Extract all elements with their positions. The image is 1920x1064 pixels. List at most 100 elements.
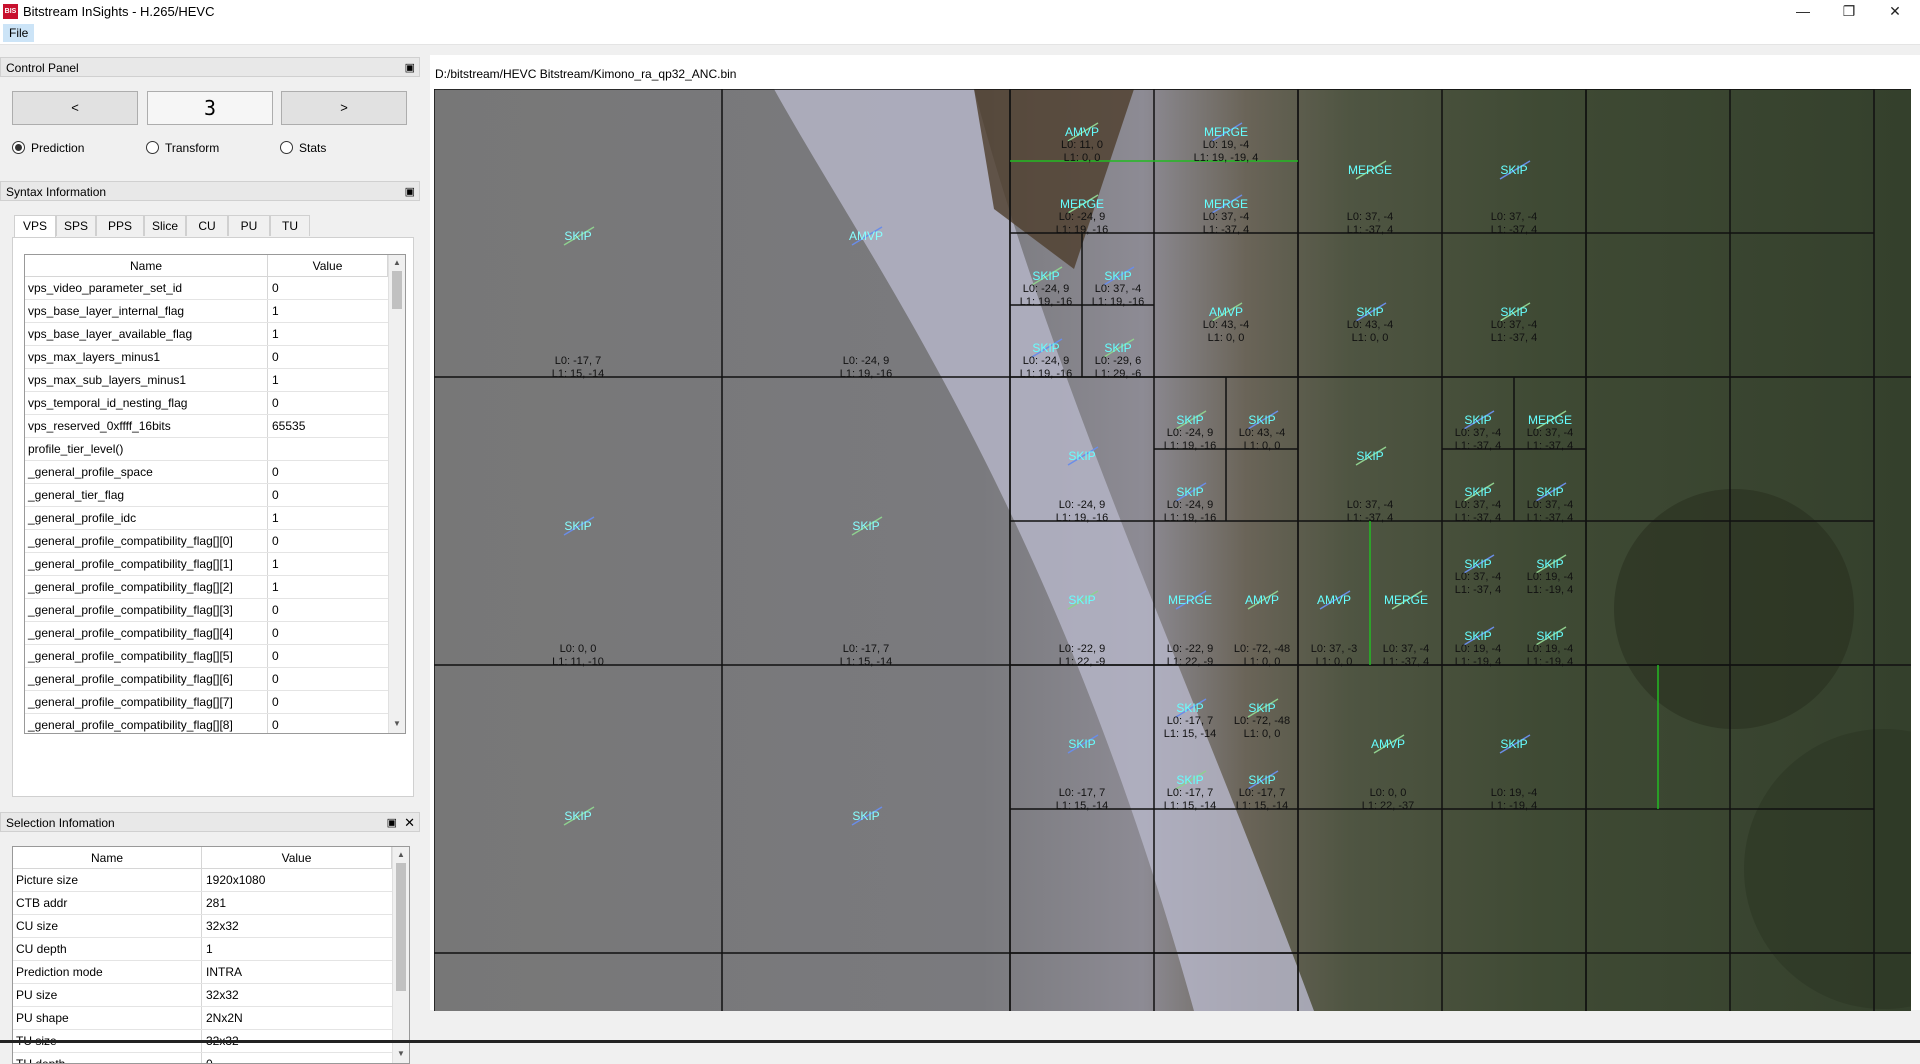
table-row[interactable]: vps_video_parameter_set_id 0 xyxy=(25,277,388,300)
restore-button[interactable]: ❐ xyxy=(1826,0,1872,23)
table-row[interactable]: _general_profile_compatibility_flag[][5]… xyxy=(25,645,388,668)
motion-vector-text: L0: 37, -4 L1: -37, 4 xyxy=(1346,211,1394,236)
motion-vector-text: L0: -24, 9 L1: 19, -16 xyxy=(1019,283,1073,308)
table-row[interactable]: _general_profile_compatibility_flag[][7]… xyxy=(25,691,388,714)
close-icon[interactable]: ✕ xyxy=(404,813,415,833)
main-view: D:/bitstream/HEVC Bitstream/Kimono_ra_qp… xyxy=(430,55,1920,1011)
motion-vector-text: L0: 37, -4 L1: -37, 4 xyxy=(1382,643,1430,668)
table-row[interactable]: _general_profile_compatibility_flag[][0]… xyxy=(25,530,388,553)
radio-transform[interactable]: Transform xyxy=(146,141,219,155)
prediction-mode-label: SKIP xyxy=(1176,701,1204,715)
tab-slice[interactable]: Slice xyxy=(144,215,186,236)
table-row[interactable]: CU depth 1 xyxy=(13,938,392,961)
table-row[interactable]: PU size 32x32 xyxy=(13,984,392,1007)
frame-canvas[interactable]: SKIP L0: -17, 7 L1: 15, -14 AMVP L0: -24, 9… xyxy=(434,89,1911,1011)
menu-file[interactable]: File xyxy=(3,24,35,42)
minimize-button[interactable]: — xyxy=(1780,0,1826,23)
selection-info-header: Selection Infomation ▣ ✕ xyxy=(0,812,420,832)
control-panel-title: Control Panel xyxy=(6,61,79,75)
scroll-up-icon[interactable]: ▲ xyxy=(389,256,405,270)
table-row[interactable]: vps_base_layer_available_flag 1 xyxy=(25,323,388,346)
table-row[interactable]: _general_profile_compatibility_flag[][4]… xyxy=(25,622,388,645)
prediction-mode-label: SKIP xyxy=(1464,485,1492,499)
row-name: _general_profile_compatibility_flag[][2] xyxy=(25,576,268,598)
motion-vector-text: L0: -17, 7 L1: 15, -14 xyxy=(1163,715,1217,740)
scroll-down-icon[interactable]: ▼ xyxy=(389,717,405,731)
table-row[interactable]: TU depth 0 xyxy=(13,1053,392,1063)
float-icon[interactable]: ▣ xyxy=(387,813,397,833)
scroll-up-icon[interactable]: ▲ xyxy=(393,848,409,862)
table-row[interactable]: CTB addr 281 xyxy=(13,892,392,915)
table-row[interactable]: _general_profile_compatibility_flag[][3]… xyxy=(25,599,388,622)
float-icon[interactable]: ▣ xyxy=(405,182,415,202)
table-row[interactable]: PU shape 2Nx2N xyxy=(13,1007,392,1030)
table-row[interactable]: vps_max_layers_minus1 0 xyxy=(25,346,388,369)
prediction-mode-label: SKIP xyxy=(1500,737,1528,751)
table-row[interactable]: _general_tier_flag 0 xyxy=(25,484,388,507)
prediction-mode-label: SKIP xyxy=(1176,773,1204,787)
prediction-mode-label: SKIP xyxy=(1248,413,1276,427)
motion-vector-text: L0: -24, 9 L1: 19, -16 xyxy=(1055,499,1109,524)
scroll-thumb[interactable] xyxy=(392,271,402,309)
scroll-thumb[interactable] xyxy=(396,863,406,991)
prediction-mode-label: SKIP xyxy=(1500,305,1528,319)
motion-vector-text: L0: -24, 9 L1: 19, -16 xyxy=(839,355,893,380)
table-row[interactable]: Picture size 1920x1080 xyxy=(13,869,392,892)
motion-vector-text: L0: -24, 9 L1: 19, -16 xyxy=(1163,499,1217,524)
table-row[interactable]: vps_temporal_id_nesting_flag 0 xyxy=(25,392,388,415)
row-name: PU size xyxy=(13,984,202,1006)
motion-vector-text: L0: 37, -4 L1: -37, 4 xyxy=(1202,211,1250,236)
tab-vps[interactable]: VPS xyxy=(14,215,56,238)
table-row[interactable]: _general_profile_compatibility_flag[][1]… xyxy=(25,553,388,576)
table-row[interactable]: _general_profile_compatibility_flag[][6]… xyxy=(25,668,388,691)
float-icon[interactable]: ▣ xyxy=(405,58,415,78)
table-row[interactable]: vps_base_layer_internal_flag 1 xyxy=(25,300,388,323)
radio-dot xyxy=(146,141,159,154)
table-row[interactable]: vps_max_sub_layers_minus1 1 xyxy=(25,369,388,392)
row-value: 1 xyxy=(272,304,279,318)
scroll-down-icon[interactable]: ▼ xyxy=(393,1047,409,1061)
prediction-mode-label: AMVP xyxy=(1208,305,1244,319)
vertical-scrollbar[interactable]: ▲ ▼ xyxy=(392,847,409,1063)
tab-pu[interactable]: PU xyxy=(228,215,270,236)
prediction-mode-label: SKIP xyxy=(564,809,592,823)
radio-label: Stats xyxy=(299,141,327,155)
prediction-mode-label: AMVP xyxy=(1064,125,1100,139)
row-value: 0 xyxy=(272,649,279,663)
table-row[interactable]: vps_reserved_0xffff_16bits 65535 xyxy=(25,415,388,438)
next-frame-button[interactable]: > xyxy=(281,91,407,125)
tab-sps[interactable]: SPS xyxy=(56,215,96,236)
radio-stats[interactable]: Stats xyxy=(280,141,326,155)
selection-table: Name Value Picture size 1920x1080 CTB addr… xyxy=(12,846,410,1064)
table-row[interactable]: _general_profile_idc 1 xyxy=(25,507,388,530)
tab-tu[interactable]: TU xyxy=(270,215,310,236)
vertical-scrollbar[interactable]: ▲ ▼ xyxy=(388,255,405,733)
row-value: 0 xyxy=(272,350,279,364)
row-value: 1 xyxy=(206,942,213,956)
table-row[interactable]: CU size 32x32 xyxy=(13,915,392,938)
tab-cu[interactable]: CU xyxy=(186,215,228,236)
table-row[interactable]: _general_profile_compatibility_flag[][2]… xyxy=(25,576,388,599)
prediction-mode-label: SKIP xyxy=(1500,163,1528,177)
close-button[interactable]: ✕ xyxy=(1872,0,1918,23)
row-name: vps_base_layer_available_flag xyxy=(25,323,268,345)
motion-vector-text: L0: 37, -4 L1: -37, 4 xyxy=(1526,427,1574,452)
table-row[interactable]: Prediction mode INTRA xyxy=(13,961,392,984)
motion-vector-text: L0: 37, -4 L1: -37, 4 xyxy=(1346,499,1394,524)
tab-pps[interactable]: PPS xyxy=(96,215,144,236)
frame-number-field[interactable]: 3 xyxy=(147,91,273,125)
radio-dot xyxy=(280,141,293,154)
prev-frame-button[interactable]: < xyxy=(12,91,138,125)
motion-vector-text: L0: 19, -4 L1: -19, 4 xyxy=(1526,643,1574,668)
row-name: _general_profile_compatibility_flag[][7] xyxy=(25,691,268,713)
table-row[interactable]: _general_profile_compatibility_flag[][8]… xyxy=(25,714,388,733)
radio-prediction[interactable]: Prediction xyxy=(12,141,84,155)
motion-vector-text: L0: -29, 6 L1: 29, -6 xyxy=(1094,355,1142,380)
row-value: 1 xyxy=(272,327,279,341)
table-row[interactable]: profile_tier_level() xyxy=(25,438,388,461)
prediction-mode-label: SKIP xyxy=(852,809,880,823)
column-header-name: Name xyxy=(13,847,202,869)
motion-vector-text: L0: 11, 0 L1: 0, 0 xyxy=(1061,139,1103,164)
table-row[interactable]: _general_profile_space 0 xyxy=(25,461,388,484)
motion-vector-text: L0: -17, 7 L1: 15, -14 xyxy=(1163,787,1217,812)
